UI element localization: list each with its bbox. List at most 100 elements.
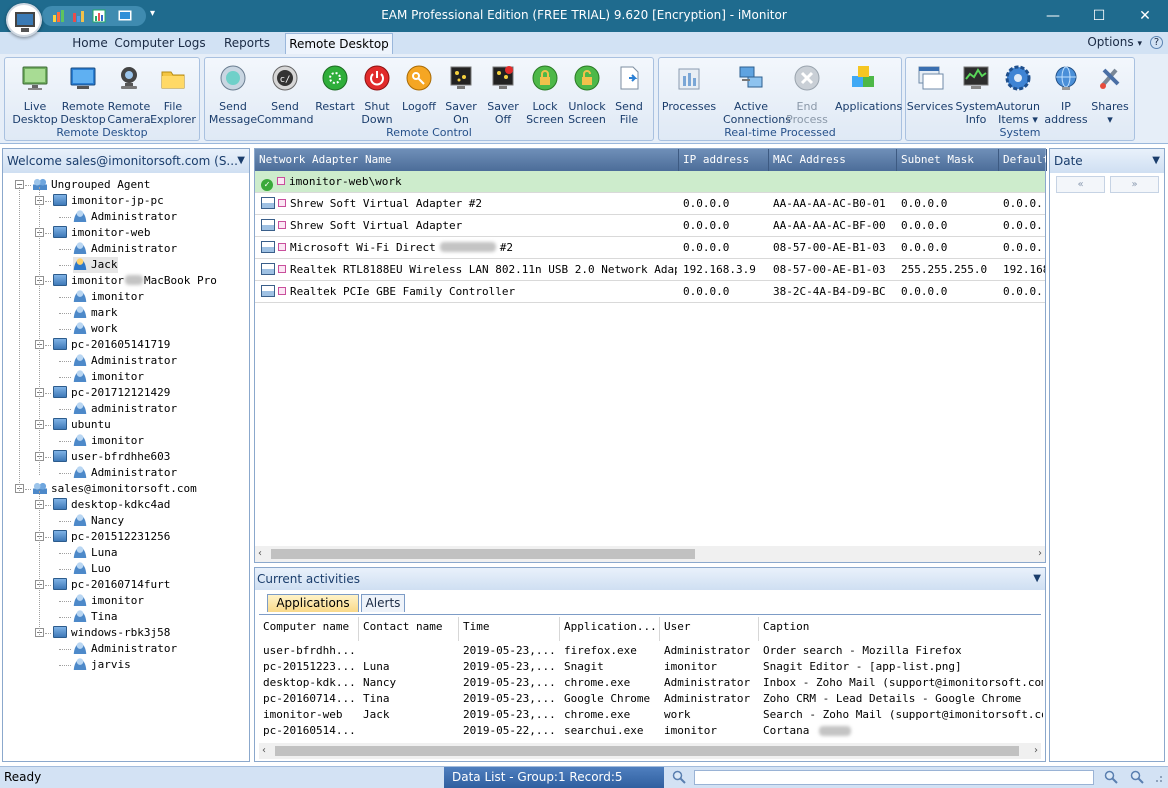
checkbox-icon[interactable] xyxy=(278,243,286,251)
tree-node[interactable]: administrator xyxy=(73,401,177,417)
checkbox-icon[interactable] xyxy=(278,265,286,273)
tree-node[interactable]: ubuntu xyxy=(53,417,111,433)
tab-applications[interactable]: Applications xyxy=(267,594,359,612)
tree-node[interactable]: imonitor xyxy=(73,433,144,449)
tree-node[interactable]: pc-201712121429 xyxy=(53,385,170,401)
column-header-time[interactable]: Time xyxy=(459,617,560,641)
help-icon[interactable]: ? xyxy=(1150,36,1163,49)
activities-horizontal-scrollbar[interactable]: ‹ › xyxy=(259,743,1041,759)
tree-node[interactable]: Nancy xyxy=(73,513,124,529)
tree-node[interactable]: Tina xyxy=(73,609,118,625)
live-desktop-button[interactable]: Live Desktop xyxy=(11,62,59,126)
resize-grip-icon[interactable] xyxy=(1152,770,1164,784)
checkbox-icon[interactable] xyxy=(278,199,286,207)
tree-node[interactable]: Ungrouped Agent xyxy=(33,177,150,193)
scrollbar-thumb[interactable] xyxy=(275,746,1019,756)
welcome-header[interactable]: Welcome sales@imonitorsoft.com (S... ▼ xyxy=(3,149,249,173)
zoom-in-icon[interactable] xyxy=(1104,770,1118,784)
table-row[interactable]: user-bfrdhh... 2019-05-23,... firefox.exe A… xyxy=(259,643,1041,659)
zoom-out-icon[interactable] xyxy=(1130,770,1144,784)
tree-node[interactable]: user-bfrdhhe603 xyxy=(53,449,170,465)
send-message-button[interactable]: Send Message xyxy=(209,62,257,126)
column-header-adapter-name[interactable]: Network Adapter Name xyxy=(255,149,679,171)
scroll-right-icon[interactable]: › xyxy=(1038,546,1042,562)
tree-node[interactable]: sales@imonitorsoft.com xyxy=(33,481,197,497)
tree-node[interactable]: Jack xyxy=(73,257,118,273)
table-row[interactable]: Shrew Soft Virtual Adapter #2 0.0.0.0 AA… xyxy=(255,193,1045,215)
tree-node[interactable]: Administrator xyxy=(73,353,177,369)
grid-group-row[interactable]: ✓ imonitor-web\work xyxy=(255,171,1045,193)
checkbox-icon[interactable] xyxy=(278,287,286,295)
table-row[interactable]: Realtek PCIe GBE Family Controller 0.0.0… xyxy=(255,281,1045,303)
table-row[interactable]: Shrew Soft Virtual Adapter 0.0.0.0 AA-AA… xyxy=(255,215,1045,237)
scrollbar-thumb[interactable] xyxy=(271,549,695,559)
activities-header[interactable]: Current activities ▼ xyxy=(255,568,1045,590)
column-header-subnet-mask[interactable]: Subnet Mask xyxy=(897,149,999,171)
tree-node[interactable]: Administrator xyxy=(73,209,177,225)
column-header-caption[interactable]: Caption xyxy=(759,617,1043,641)
tree-node[interactable]: windows-rbk3j58 xyxy=(53,625,170,641)
tree-node[interactable]: imonitor xyxy=(73,289,144,305)
tree-node[interactable]: pc-20160714furt xyxy=(53,577,170,593)
tab-computer-logs[interactable]: Computer Logs xyxy=(110,33,210,54)
file-explorer-button[interactable]: File Explorer xyxy=(149,62,197,126)
scroll-left-icon[interactable]: ‹ xyxy=(262,743,266,759)
status-search-input[interactable] xyxy=(694,770,1094,785)
grid-horizontal-scrollbar[interactable]: ‹ › xyxy=(255,546,1045,562)
table-row[interactable]: pc-20160514... 2019-05-22,... searchui.exe… xyxy=(259,723,1041,739)
tree-node[interactable]: imonitor MacBook Pro xyxy=(53,273,217,289)
column-header-contact-name[interactable]: Contact name xyxy=(359,617,459,641)
tree-node[interactable]: imonitor xyxy=(73,593,144,609)
processes-button[interactable]: Processes xyxy=(662,62,716,126)
column-header-default-gateway[interactable]: Default xyxy=(999,149,1047,171)
applications-button[interactable]: Applications xyxy=(835,62,902,126)
shares-button[interactable]: Shares ▾ xyxy=(1086,62,1134,126)
tree-node[interactable]: Administrator xyxy=(73,465,177,481)
tree-node[interactable]: Administrator xyxy=(73,241,177,257)
date-header[interactable]: Date ▼ xyxy=(1050,149,1164,173)
app-logo-icon[interactable] xyxy=(6,3,42,37)
tree-node[interactable]: Administrator xyxy=(73,641,177,657)
column-header-mac-address[interactable]: MAC Address xyxy=(769,149,897,171)
tree-node[interactable]: Luo xyxy=(73,561,111,577)
checkbox-icon[interactable] xyxy=(277,177,285,185)
search-icon[interactable] xyxy=(672,770,686,784)
column-header-computer-name[interactable]: Computer name xyxy=(259,617,359,641)
date-next-button[interactable]: » xyxy=(1110,176,1159,193)
send-file-button[interactable]: Send File xyxy=(605,62,653,126)
checkbox-icon[interactable] xyxy=(278,221,286,229)
chevron-down-icon[interactable]: ▼ xyxy=(1033,568,1041,590)
column-header-ip-address[interactable]: IP address xyxy=(679,149,769,171)
table-row[interactable]: desktop-kdk... Nancy 2019-05-23,... chrome.… xyxy=(259,675,1043,691)
tree-node[interactable]: jarvis xyxy=(73,657,131,673)
table-row[interactable]: Realtek RTL8188EU Wireless LAN 802.11n U… xyxy=(255,259,1045,281)
tab-reports[interactable]: Reports xyxy=(218,33,276,54)
scroll-right-icon[interactable]: › xyxy=(1034,743,1038,759)
tree-node[interactable]: imonitor-jp-pc xyxy=(53,193,164,209)
tree-node[interactable]: mark xyxy=(73,305,118,321)
tree-node[interactable]: imonitor xyxy=(73,369,144,385)
column-header-application[interactable]: Application... xyxy=(560,617,660,641)
close-button[interactable]: ✕ xyxy=(1122,0,1168,32)
table-row[interactable]: imonitor-web Jack 2019-05-23,... chrome.exe… xyxy=(259,707,1043,723)
tab-remote-desktop[interactable]: Remote Desktop xyxy=(285,33,393,54)
date-prev-button[interactable]: « xyxy=(1056,176,1105,193)
remote-desktop-button[interactable]: Remote Desktop xyxy=(59,62,107,126)
tree-node[interactable]: work xyxy=(73,321,118,337)
table-row[interactable]: pc-20151223... Luna 2019-05-23,... Snagit im… xyxy=(259,659,1041,675)
chevron-down-icon[interactable]: ▼ xyxy=(1152,149,1160,173)
tree-node[interactable]: pc-201512231256 xyxy=(53,529,170,545)
column-header-user[interactable]: User xyxy=(660,617,759,641)
tree-node[interactable]: Luna xyxy=(73,545,118,561)
tree-node[interactable]: pc-201605141719 xyxy=(53,337,170,353)
minimize-button[interactable]: — xyxy=(1030,0,1076,32)
send-command-button[interactable]: c/ Send Command xyxy=(257,62,314,126)
end-process-button[interactable]: End Process xyxy=(783,62,831,126)
scroll-left-icon[interactable]: ‹ xyxy=(258,546,262,562)
table-row[interactable]: Microsoft Wi-Fi Direct #2 0.0.0.0 08-57-0… xyxy=(255,237,1045,259)
shutdown-button[interactable]: Shut Down xyxy=(353,62,401,126)
autorun-items-button[interactable]: Autorun Items ▾ xyxy=(994,62,1042,126)
active-connections-button[interactable]: Active Connections xyxy=(723,62,791,126)
maximize-button[interactable]: ☐ xyxy=(1076,0,1122,32)
table-row[interactable]: pc-20160714... Tina 2019-05-23,... Google C… xyxy=(259,691,1041,707)
